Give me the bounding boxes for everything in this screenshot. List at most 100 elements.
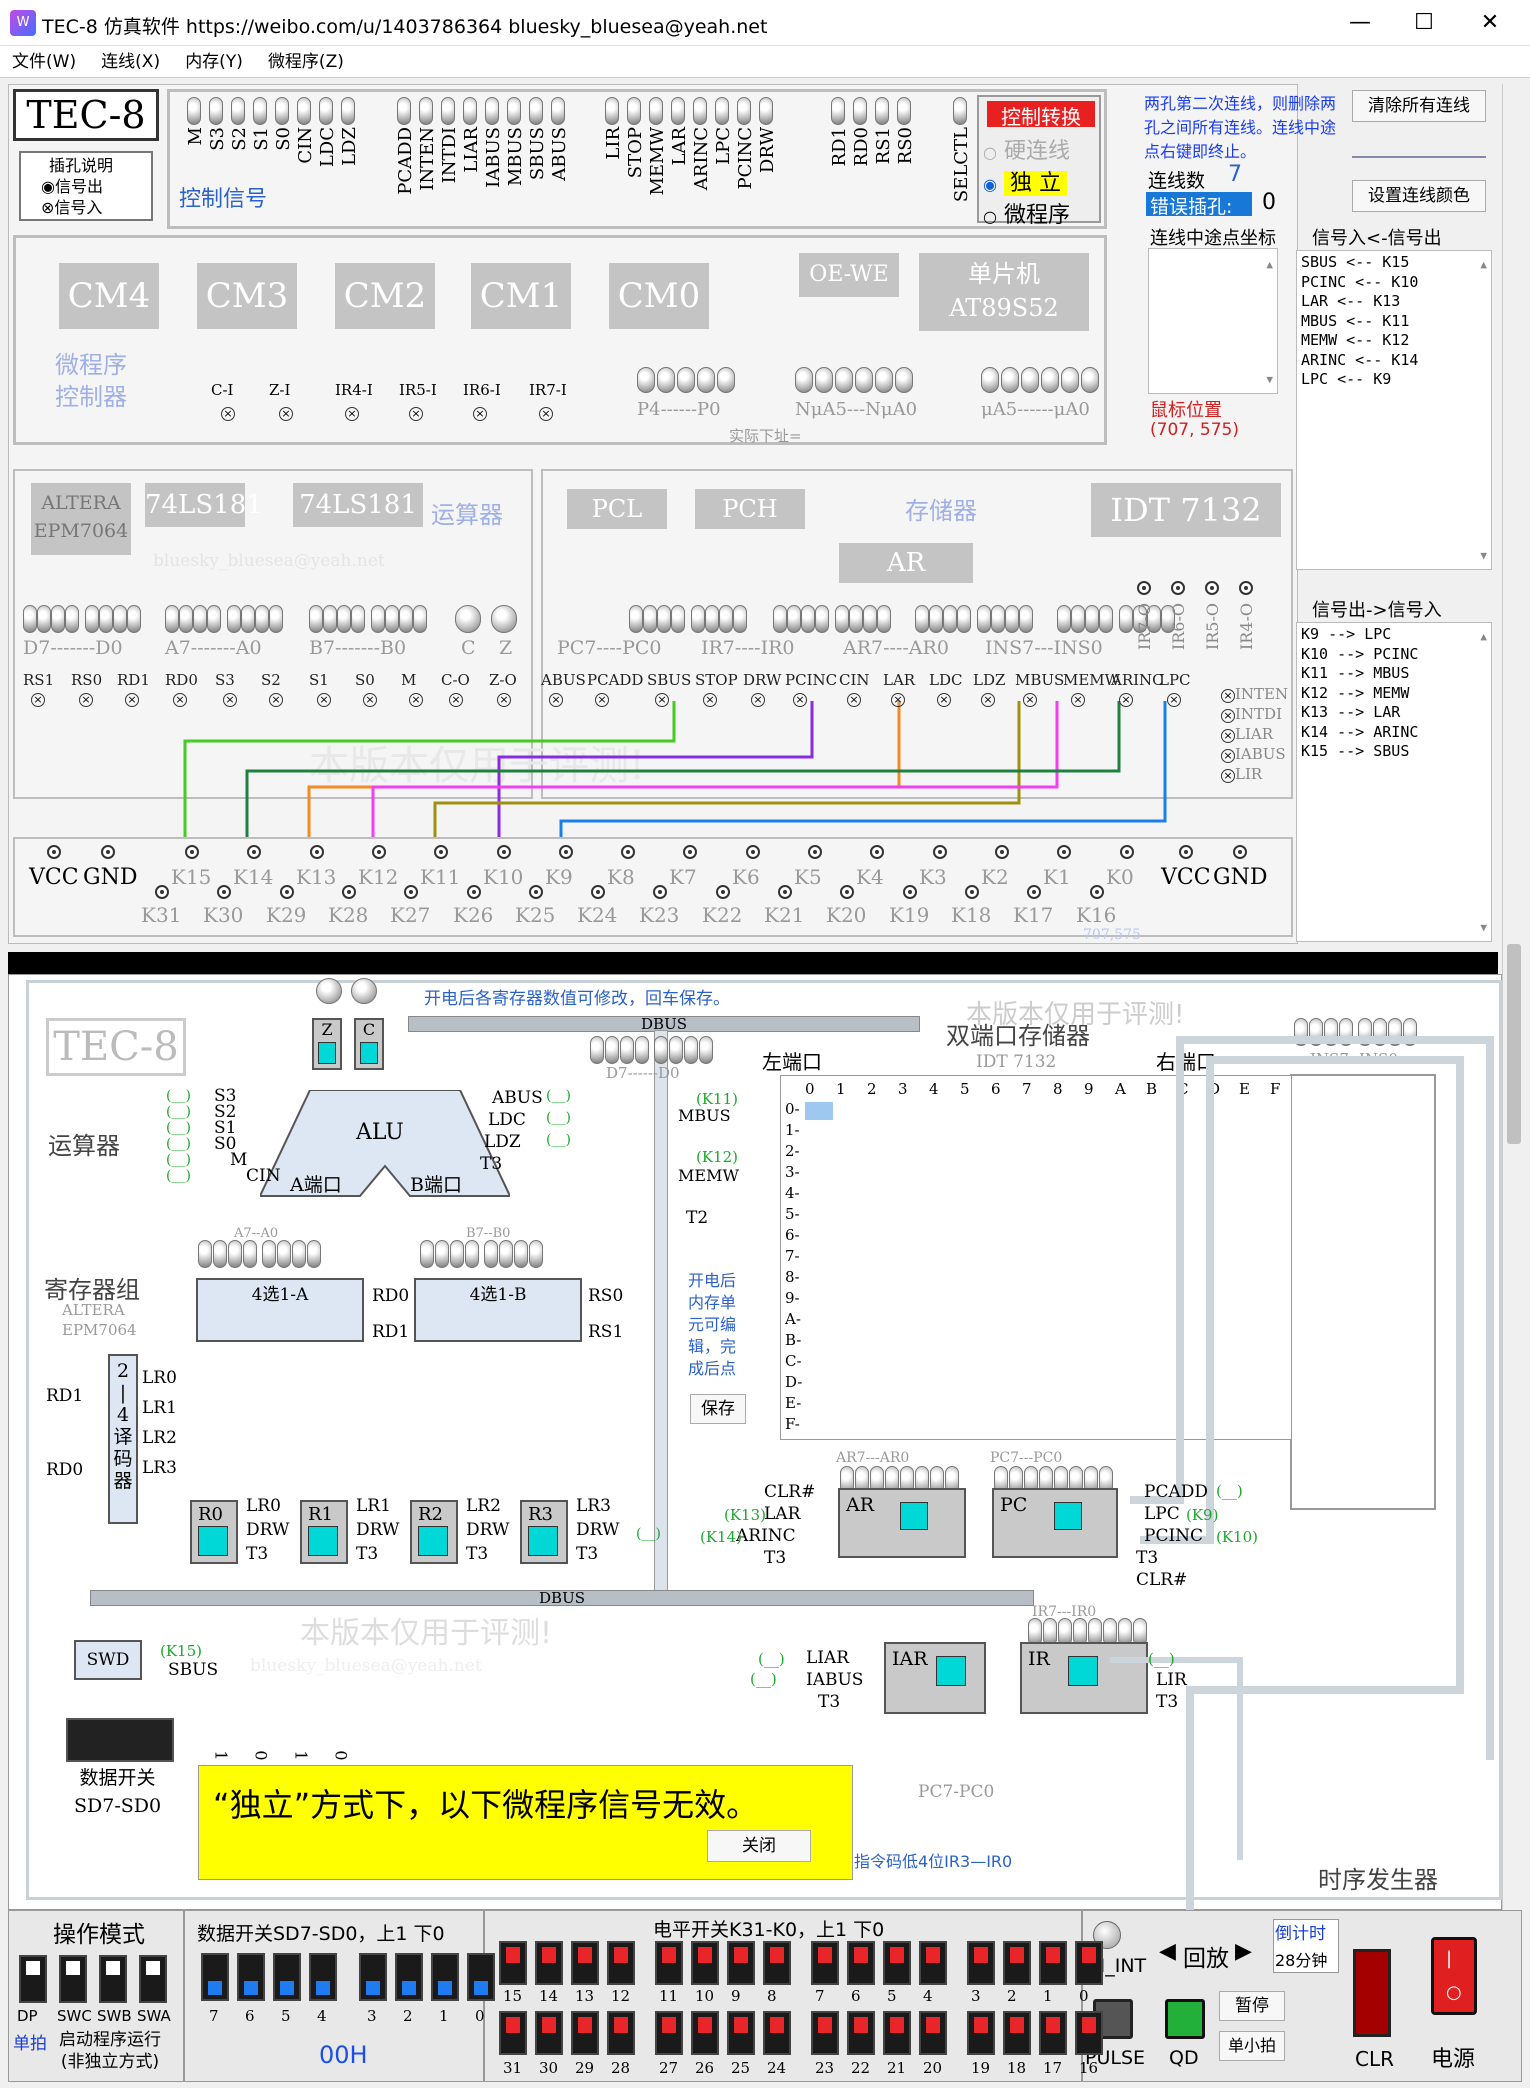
- in-list-item[interactable]: LAR <-- K13: [1301, 292, 1487, 312]
- midpoint-list[interactable]: ▲ ▼: [1148, 248, 1278, 394]
- input-jack[interactable]: ×: [269, 693, 283, 707]
- k-jack[interactable]: [1057, 845, 1071, 859]
- qd-button[interactable]: [1165, 1999, 1205, 2039]
- level-switch[interactable]: [571, 1941, 599, 1985]
- irq-jack[interactable]: ×: [345, 407, 359, 421]
- data-switch[interactable]: [273, 1953, 301, 2001]
- data-switch[interactable]: [467, 1953, 495, 2001]
- level-switch[interactable]: [499, 1941, 527, 1985]
- input-jack[interactable]: ×: [1071, 693, 1085, 707]
- ir-out-jack[interactable]: [1205, 581, 1219, 595]
- close-button[interactable]: ✕: [1460, 6, 1520, 40]
- vcc-jack-left[interactable]: [47, 845, 61, 859]
- input-jack[interactable]: ×: [937, 693, 951, 707]
- mem-cell-selected[interactable]: [805, 1102, 833, 1120]
- out-list-item[interactable]: K10 --> PCINC: [1301, 645, 1487, 665]
- k-jack[interactable]: [1027, 885, 1041, 899]
- op-switch[interactable]: [19, 1955, 47, 2003]
- in-scroll-down-icon[interactable]: ▼: [1480, 546, 1487, 566]
- k-jack[interactable]: [683, 845, 697, 859]
- k-jack[interactable]: [840, 885, 854, 899]
- k-jack[interactable]: [404, 885, 418, 899]
- scroll-down-icon[interactable]: ▼: [1266, 370, 1273, 390]
- replay-next-icon[interactable]: ▶: [1235, 1939, 1252, 1964]
- main-scrollbar[interactable]: [1502, 84, 1526, 1910]
- ir-out-jack[interactable]: [1171, 581, 1185, 595]
- level-switch[interactable]: [691, 2011, 719, 2055]
- minimize-button[interactable]: —: [1330, 6, 1390, 40]
- in-list-item[interactable]: MBUS <-- K11: [1301, 312, 1487, 332]
- level-switch[interactable]: [1075, 1941, 1103, 1985]
- irq-jack[interactable]: ×: [473, 407, 487, 421]
- in-list-item[interactable]: ARINC <-- K14: [1301, 351, 1487, 371]
- input-jack[interactable]: ×: [173, 693, 187, 707]
- k-jack[interactable]: [559, 845, 573, 859]
- out-scroll-up-icon[interactable]: ▲: [1480, 627, 1487, 647]
- k-jack[interactable]: [653, 885, 667, 899]
- level-switch[interactable]: [727, 1941, 755, 1985]
- input-jack[interactable]: ×: [847, 693, 861, 707]
- k-jack[interactable]: [467, 885, 481, 899]
- data-switch[interactable]: [359, 1953, 387, 2001]
- ir-out-jack[interactable]: [1137, 581, 1151, 595]
- level-switch[interactable]: [607, 2011, 635, 2055]
- input-jack[interactable]: ×: [595, 693, 609, 707]
- level-switch[interactable]: [1039, 1941, 1067, 1985]
- k-jack[interactable]: [933, 845, 947, 859]
- register-value[interactable]: [528, 1526, 558, 1556]
- out-list-item[interactable]: K15 --> SBUS: [1301, 742, 1487, 762]
- level-switch[interactable]: [655, 1941, 683, 1985]
- level-switch[interactable]: [967, 2011, 995, 2055]
- ir-value[interactable]: [1068, 1656, 1098, 1686]
- in-list[interactable]: SBUS <-- K15 PCINC <-- K10 LAR <-- K13 MBUS…: [1296, 250, 1492, 570]
- set-wire-color-button[interactable]: 设置连线颜色: [1352, 180, 1486, 212]
- k-jack[interactable]: [342, 885, 356, 899]
- maximize-button[interactable]: ☐: [1394, 6, 1454, 40]
- level-switch[interactable]: [1075, 2011, 1103, 2055]
- int-jack[interactable]: ×: [1221, 689, 1235, 703]
- in-scroll-up-icon[interactable]: ▲: [1480, 255, 1487, 275]
- k-jack[interactable]: [372, 845, 386, 859]
- level-switch[interactable]: [967, 1941, 995, 1985]
- input-jack[interactable]: ×: [317, 693, 331, 707]
- int-jack[interactable]: ×: [1221, 769, 1235, 783]
- gnd-jack-right[interactable]: [1233, 845, 1247, 859]
- input-jack[interactable]: ×: [409, 693, 423, 707]
- pause-button[interactable]: 暂停: [1219, 1991, 1285, 2021]
- level-switch[interactable]: [691, 1941, 719, 1985]
- ar-value[interactable]: [900, 1502, 928, 1530]
- int-jack[interactable]: ×: [1221, 709, 1235, 723]
- level-switch[interactable]: [847, 2011, 875, 2055]
- op-switch[interactable]: [99, 1955, 127, 2003]
- level-switch[interactable]: [1003, 1941, 1031, 1985]
- popup-close-button[interactable]: 关闭: [707, 1830, 811, 1862]
- k-jack[interactable]: [529, 885, 543, 899]
- input-jack[interactable]: ×: [703, 693, 717, 707]
- scroll-up-icon[interactable]: ▲: [1266, 255, 1273, 275]
- out-list-item[interactable]: K12 --> MEMW: [1301, 684, 1487, 704]
- level-switch[interactable]: [1039, 2011, 1067, 2055]
- z-value[interactable]: [318, 1042, 336, 1064]
- menu-microprogram[interactable]: 微程序(Z): [268, 46, 344, 78]
- k-jack[interactable]: [1120, 845, 1134, 859]
- level-switch[interactable]: [883, 2011, 911, 2055]
- menu-memory[interactable]: 内存(Y): [185, 46, 243, 78]
- level-switch[interactable]: [607, 1941, 635, 1985]
- c-value[interactable]: [360, 1042, 378, 1064]
- k-jack[interactable]: [497, 845, 511, 859]
- pc-value[interactable]: [1054, 1502, 1082, 1530]
- menu-file[interactable]: 文件(W): [12, 46, 76, 78]
- data-switch[interactable]: [309, 1953, 337, 2001]
- menu-wiring[interactable]: 连线(X): [101, 46, 160, 78]
- input-jack[interactable]: ×: [125, 693, 139, 707]
- input-jack[interactable]: ×: [79, 693, 93, 707]
- data-switch[interactable]: [237, 1953, 265, 2001]
- input-jack[interactable]: ×: [31, 693, 45, 707]
- level-switch[interactable]: [847, 1941, 875, 1985]
- input-jack[interactable]: ×: [751, 693, 765, 707]
- out-list-item[interactable]: K14 --> ARINC: [1301, 723, 1487, 743]
- level-switch[interactable]: [499, 2011, 527, 2055]
- level-switch[interactable]: [535, 1941, 563, 1985]
- out-scroll-down-icon[interactable]: ▼: [1480, 918, 1487, 938]
- input-jack[interactable]: ×: [793, 693, 807, 707]
